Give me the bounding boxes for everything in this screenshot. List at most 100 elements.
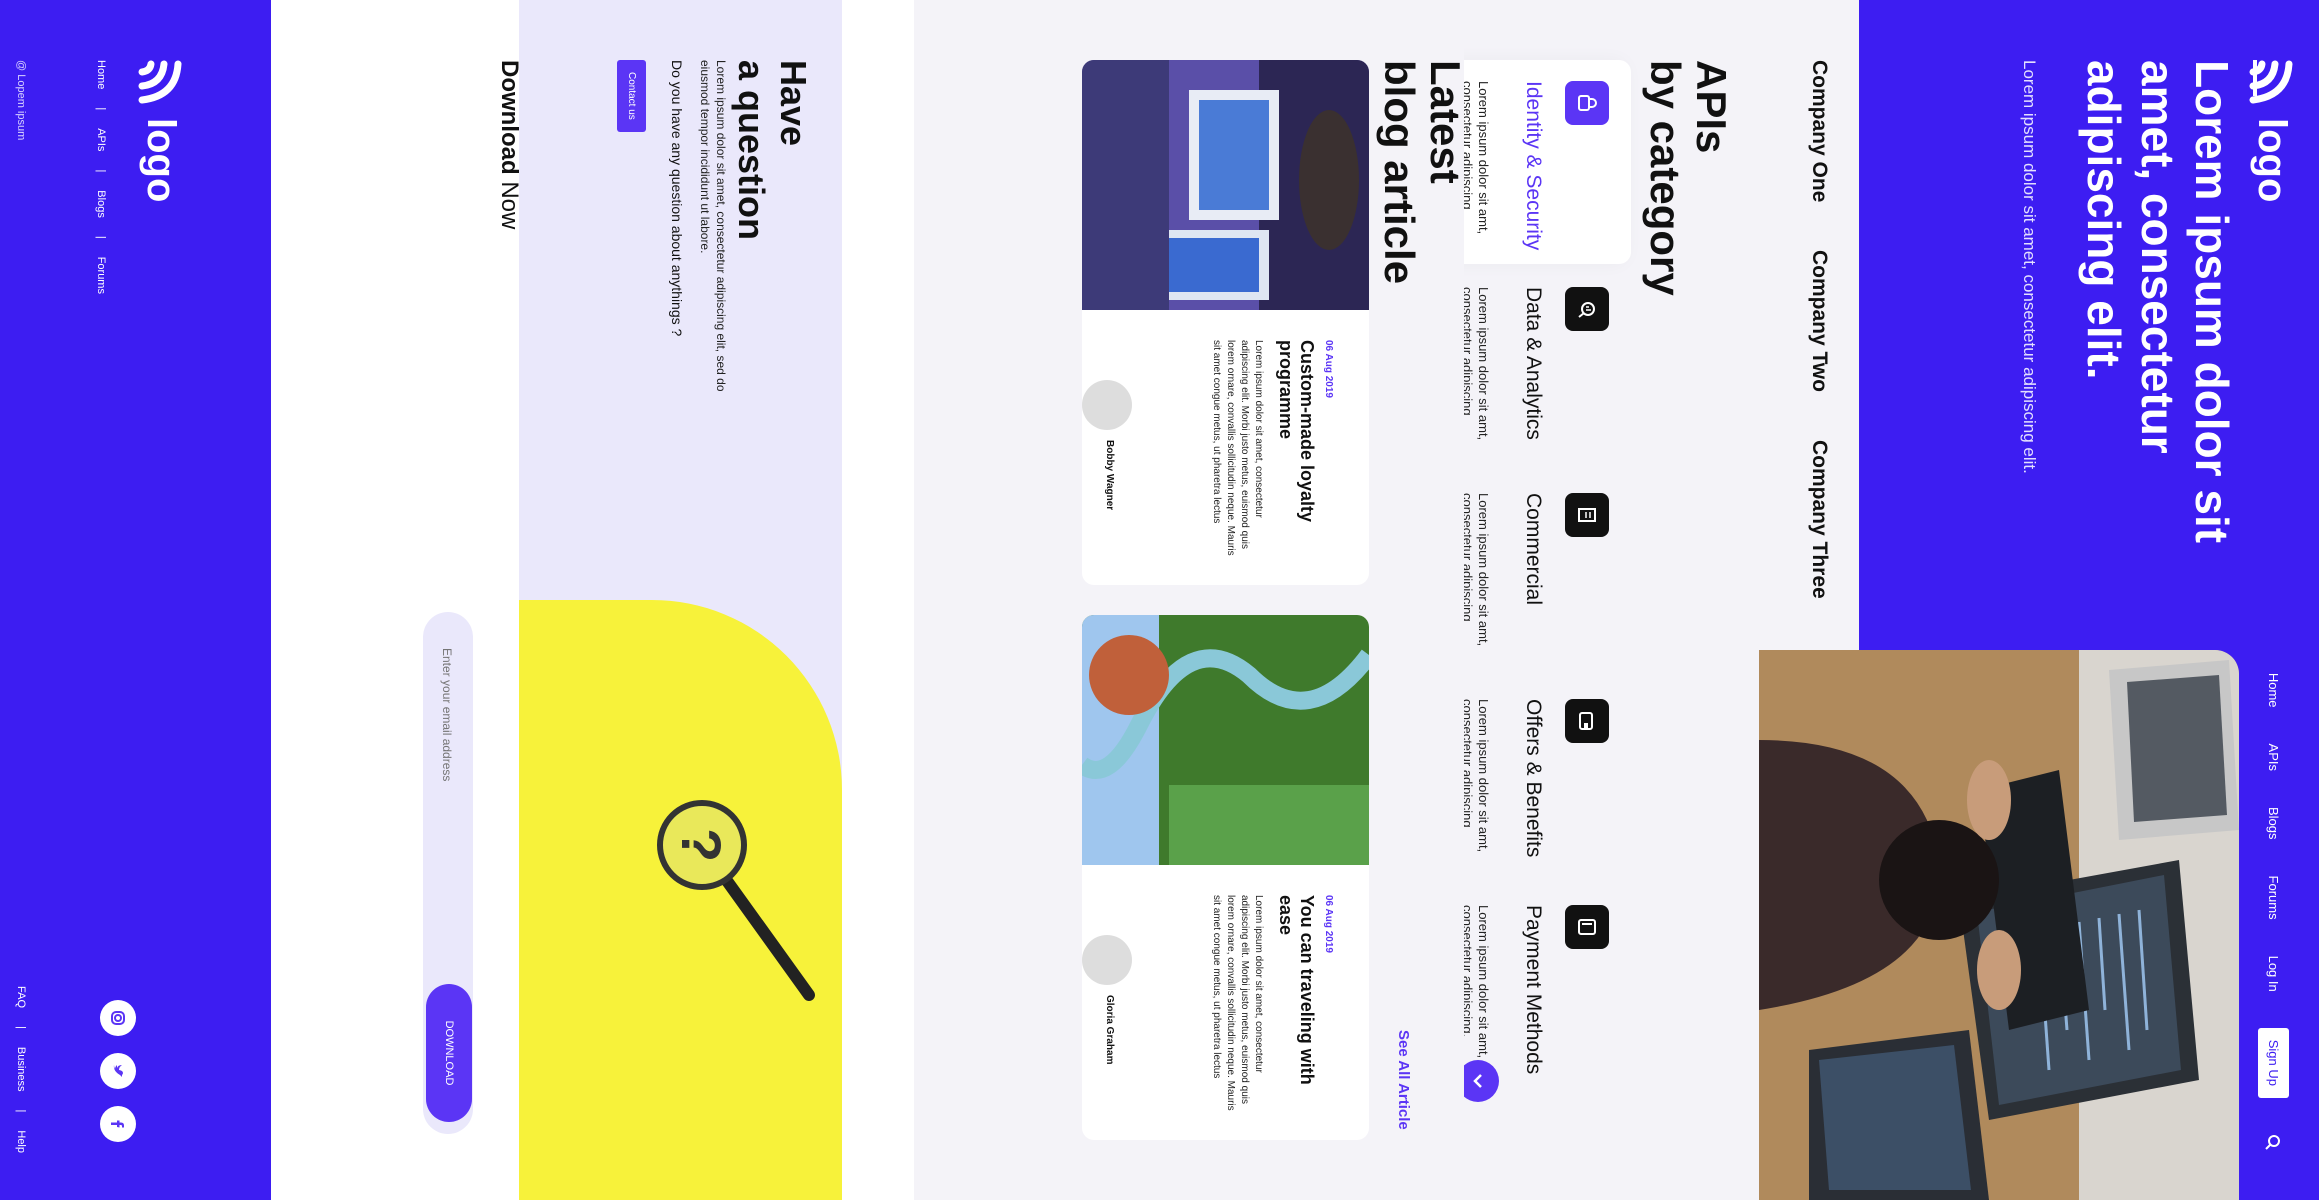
- wallet-icon: [1565, 699, 1609, 743]
- receipt-icon: [1565, 493, 1609, 537]
- social-links: [100, 1000, 136, 1142]
- footer-separator: |: [95, 107, 107, 111]
- api-card-payment-methods[interactable]: Payment Methods Lorem ipsum dolor sit am…: [1464, 884, 1631, 1088]
- question-prompt: Do you have any question about anythings…: [669, 60, 685, 337]
- footer-link-forums[interactable]: Forums: [95, 257, 107, 294]
- blog-card-excerpt: Lorem ipsum dolor sit amet, consectetur …: [1211, 340, 1264, 556]
- blog-image-river-landscape: [1082, 615, 1369, 865]
- company-two: Company Two: [1808, 250, 1831, 392]
- download-button[interactable]: DOWNLOAD: [426, 984, 472, 1122]
- blog-heading: Latest blog article: [1376, 60, 1464, 284]
- footer-separator: |: [15, 1109, 27, 1113]
- apis-heading-line1: APIs: [1688, 60, 1734, 154]
- card-icon: [1565, 905, 1609, 949]
- blog-section: Latest blog article See All Article 06 A…: [914, 0, 1464, 1200]
- api-card-identity-security[interactable]: Identity & Security Lorem ipsum dolor si…: [1464, 60, 1631, 264]
- download-title: Download Now: [495, 60, 519, 229]
- analytics-icon: [1565, 287, 1609, 331]
- download-title-light: Now: [496, 181, 519, 230]
- footer-link-business[interactable]: Business: [15, 1047, 27, 1092]
- footer-secondary-links: FAQ | Business | Help: [15, 986, 27, 1153]
- api-card-desc: Lorem ipsum dolor sit amt, consectetur a…: [1464, 493, 1491, 647]
- footer-link-help[interactable]: Help: [15, 1130, 27, 1153]
- question-section: Have a question Lorem ipsum dolor sit am…: [519, 0, 842, 1200]
- download-section: Download Now DOWNLOAD: [271, 0, 519, 1200]
- instagram-icon[interactable]: [100, 1000, 136, 1036]
- question-heading: Have a question: [730, 60, 814, 240]
- api-card-desc: Lorem ipsum dolor sit amt, consectetur a…: [1464, 699, 1491, 853]
- see-all-articles-link[interactable]: See All Article: [1395, 1030, 1412, 1130]
- footer-link-faq[interactable]: FAQ: [15, 986, 27, 1008]
- facebook-icon[interactable]: [100, 1106, 136, 1142]
- nav-item-apis[interactable]: APIs: [2266, 744, 2281, 771]
- question-description: Lorem ipsum dolor sit amet, consectetur …: [698, 60, 728, 392]
- footer: logo Home | APIs | Blogs | Forums @ Lope…: [0, 0, 271, 1200]
- nav-item-forums[interactable]: Forums: [2266, 876, 2281, 920]
- api-card-desc: Lorem ipsum dolor sit amt, consectetur a…: [1464, 81, 1491, 235]
- hero-subtitle: Lorem ipsum dolor sit amet, consectetur …: [2020, 60, 2039, 474]
- logo-icon: [138, 60, 182, 104]
- main-nav: Home APIs Blogs Forums Log In Sign Up: [2258, 673, 2289, 1150]
- company-three: Company Three: [1808, 440, 1831, 599]
- blog-card-date: 06 Aug 2019: [1323, 895, 1334, 953]
- chevron-down-icon: [1473, 1074, 1482, 1088]
- copyright: @ Lopem ipsum: [15, 60, 27, 141]
- footer-separator: |: [95, 235, 107, 239]
- author-name: Gloria Graham: [1104, 995, 1115, 1065]
- footer-separator: |: [95, 169, 107, 173]
- api-card-title: Identity & Security: [1522, 81, 1545, 251]
- api-card-title: Data & Analytics: [1522, 287, 1545, 440]
- footer-logo[interactable]: logo: [138, 60, 184, 202]
- nav-item-login[interactable]: Log In: [2266, 956, 2281, 992]
- apis-heading-line2: by category: [1642, 60, 1689, 296]
- nav-item-home[interactable]: Home: [2266, 673, 2281, 708]
- blog-card-excerpt: Lorem ipsum dolor sit amet, consectetur …: [1211, 895, 1264, 1111]
- apis-section: APIs by category Identity & Security Lor…: [1464, 0, 1734, 1200]
- logo-text: logo: [139, 118, 184, 203]
- page-canvas: logo Home APIs Blogs Forums Log In Sign …: [0, 0, 2319, 1200]
- nav-item-blogs[interactable]: Blogs: [2266, 807, 2281, 840]
- contact-us-button[interactable]: Contact us: [617, 60, 646, 132]
- api-card-desc: Lorem ipsum dolor sit amt, consectetur a…: [1464, 905, 1491, 1059]
- footer-link-apis[interactable]: APIs: [95, 128, 107, 151]
- question-heading-line1: Have: [773, 60, 814, 147]
- email-input[interactable]: [434, 646, 460, 900]
- blog-heading-line2: blog article: [1376, 60, 1423, 285]
- footer-link-home[interactable]: Home: [95, 60, 107, 89]
- blog-heading-line1: Latest: [1422, 60, 1464, 184]
- api-card-data-analytics[interactable]: Data & Analytics Lorem ipsum dolor sit a…: [1464, 266, 1631, 470]
- api-card-title: Payment Methods: [1522, 905, 1545, 1075]
- download-title-bold: Download: [496, 60, 519, 175]
- blog-card-title[interactable]: Custom-made loyalty programme: [1275, 340, 1317, 550]
- api-card-title: Commercial: [1522, 493, 1545, 606]
- scroll-down-button[interactable]: [1464, 1060, 1499, 1102]
- svg-text:?: ?: [670, 828, 733, 862]
- hero-image-developer-at-desk: [1759, 650, 2239, 1200]
- footer-link-blogs[interactable]: Blogs: [95, 190, 107, 218]
- hero-accent-dash: [2253, 60, 2257, 96]
- api-card-offers-benefits[interactable]: Offers & Benefits Lorem ipsum dolor sit …: [1464, 678, 1631, 882]
- magnifying-glass-illustration: ?: [519, 600, 842, 1200]
- blog-card[interactable]: 06 Aug 2019 You can traveling with ease …: [1082, 615, 1369, 1140]
- author-avatar: [1082, 380, 1132, 430]
- search-icon[interactable]: [2265, 1134, 2282, 1150]
- lock-icon: [1565, 81, 1609, 125]
- question-heading-line2: a question: [731, 60, 772, 241]
- footer-links: Home | APIs | Blogs | Forums: [95, 60, 107, 294]
- hero-title: Lorem ipsum dolor sit amet, consectetur …: [2078, 60, 2238, 544]
- api-card-desc: Lorem ipsum dolor sit amt, consectetur a…: [1464, 287, 1491, 441]
- blog-card-title[interactable]: You can traveling with ease: [1275, 895, 1317, 1105]
- blog-card-date: 06 Aug 2019: [1323, 340, 1334, 398]
- author-avatar: [1082, 935, 1132, 985]
- blog-image-computer-lab: [1082, 60, 1369, 310]
- api-card-title: Offers & Benefits: [1522, 699, 1545, 858]
- blog-card[interactable]: 06 Aug 2019 Custom-made loyalty programm…: [1082, 60, 1369, 585]
- twitter-icon[interactable]: [100, 1053, 136, 1089]
- apis-heading: APIs by category: [1642, 60, 1734, 296]
- author-name: Bobby Wagner: [1104, 440, 1115, 511]
- signup-button[interactable]: Sign Up: [2258, 1027, 2289, 1098]
- logo-text: logo: [2250, 118, 2295, 203]
- api-card-commercial[interactable]: Commercial Lorem ipsum dolor sit amt, co…: [1464, 472, 1631, 676]
- company-one: Company One: [1808, 60, 1831, 203]
- footer-separator: |: [15, 1026, 27, 1029]
